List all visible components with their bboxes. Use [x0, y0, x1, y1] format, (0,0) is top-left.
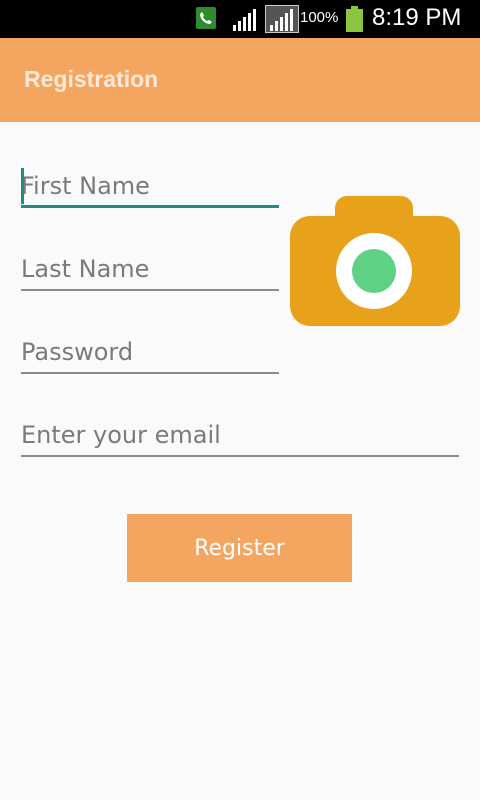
password-field[interactable]	[21, 334, 279, 374]
last-name-field[interactable]	[21, 251, 279, 291]
clock: 8:19 PM	[372, 4, 462, 31]
phone-call-icon	[196, 7, 216, 29]
page-title: Registration	[24, 66, 159, 92]
last-name-input[interactable]	[21, 251, 279, 287]
first-name-input[interactable]	[21, 168, 279, 204]
password-input[interactable]	[21, 334, 279, 370]
battery-icon	[346, 6, 363, 32]
signal-icon	[232, 9, 258, 31]
text-cursor	[21, 168, 24, 204]
battery-percent: 100%	[300, 9, 339, 26]
register-button[interactable]: Register	[127, 514, 352, 582]
first-name-field[interactable]	[21, 168, 279, 208]
status-bar: 100% 8:19 PM	[0, 0, 480, 38]
signal-icon-2	[265, 5, 299, 33]
camera-icon[interactable]	[290, 196, 460, 326]
email-input[interactable]	[21, 417, 459, 453]
email-field[interactable]	[21, 417, 459, 457]
app-bar: Registration	[0, 38, 480, 122]
